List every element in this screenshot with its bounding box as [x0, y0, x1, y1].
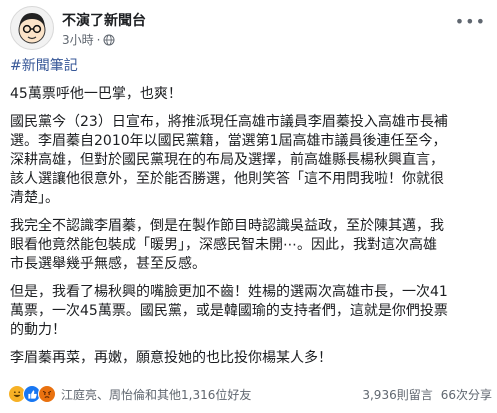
post-paragraph: 國民黨今（23）日宣布，將推派現任高雄市議員李眉蓁投入高雄市長補 選。李眉蓁自2…: [10, 114, 448, 206]
engagement-counts: 3,936則留言 66次分享: [362, 386, 492, 403]
page-avatar[interactable]: [10, 6, 54, 50]
post-paragraph: 李眉蓁再菜，再嫩，願意投她的也比投你楊某人多！: [10, 350, 332, 366]
globe-icon: [103, 34, 115, 46]
hashtag-link[interactable]: #新聞筆記: [10, 58, 78, 74]
comments-count[interactable]: 3,936則留言: [362, 386, 432, 403]
post-header: 不演了新聞台 3小時 · •••: [10, 6, 490, 52]
reaction-icons[interactable]: [8, 385, 56, 403]
page-name[interactable]: 不演了新聞台: [62, 10, 146, 30]
shares-count[interactable]: 66次分享: [441, 386, 492, 403]
post-paragraph-headline: 45萬票呼他一巴掌，也爽！: [10, 86, 182, 102]
more-options-icon[interactable]: •••: [455, 12, 486, 31]
meta-separator: ·: [96, 32, 101, 47]
post-time[interactable]: 3小時: [62, 31, 94, 48]
post-paragraph: 我完全不認識李眉蓁，倒是在製作節目時認識吳益政，至於陳其邁，我 眼看他竟然能包裝…: [10, 218, 444, 272]
engagement-bar: 江庭亮、周怡倫和其他1,316位好友 3,936則留言 66次分享: [8, 383, 492, 405]
angry-icon: [38, 385, 56, 403]
post-meta: 3小時 ·: [62, 31, 115, 48]
post-paragraph: 但是，我看了楊秋興的嘴臉更加不齒！姓楊的選兩次高雄市長，一次41 萬票，一次45…: [10, 284, 448, 338]
reactors-text[interactable]: 江庭亮、周怡倫和其他1,316位好友: [61, 386, 251, 403]
post-body: #新聞筆記 45萬票呼他一巴掌，也爽！ 國民黨今（23）日宣布，將推派現任高雄市…: [10, 57, 492, 377]
